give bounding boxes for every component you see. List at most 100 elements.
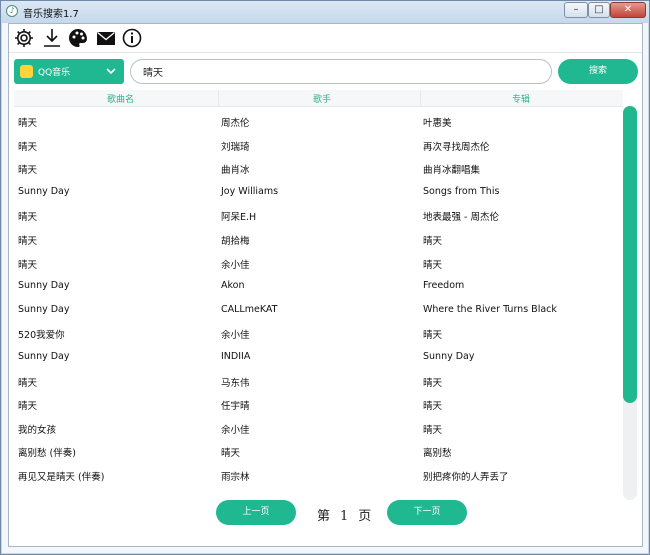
cell-song: Sunny Day xyxy=(18,280,70,292)
cell-song: 晴天 xyxy=(18,141,38,153)
table-row[interactable]: 离别愁 (伴奏) 晴天 离别愁 xyxy=(14,440,623,463)
cell-artist: 余小佳 xyxy=(221,330,250,342)
cell-album: 再次寻找周杰伦 xyxy=(423,141,490,153)
column-header-artist[interactable]: 歌手 xyxy=(313,92,331,105)
cell-song: 再见又是晴天 (伴奏) xyxy=(18,472,105,483)
column-header-song[interactable]: 歌曲名 xyxy=(107,92,134,105)
cell-artist: 胡拾梅 xyxy=(221,236,250,247)
chevron-down-icon xyxy=(106,68,116,75)
results-table: 歌曲名 歌手 专辑 晴天 周杰伦 叶惠美 晴天 刘瑞琦 再次寻找周杰伦 晴天 曲肖冰 曲肖冰翻唱… xyxy=(14,90,623,500)
table-row[interactable]: 晴天 曲肖冰 曲肖冰翻唱集 xyxy=(14,157,623,180)
prev-page-button[interactable]: 上一页 xyxy=(216,500,296,525)
table-row[interactable]: 晴天 余小佳 晴天 xyxy=(14,252,623,275)
app-logo-icon: ♪ xyxy=(6,5,18,17)
cell-artist: 刘瑞琦 xyxy=(221,141,250,153)
table-row[interactable]: 晴天 马东伟 晴天 xyxy=(14,370,623,393)
title-bar[interactable]: ♪ 音乐搜索1.7 – □ ✕ xyxy=(1,1,649,23)
mail-icon[interactable] xyxy=(95,27,117,49)
column-divider[interactable] xyxy=(218,90,219,106)
cell-song: 晴天 xyxy=(18,401,38,413)
cell-album: 晴天 xyxy=(423,401,443,413)
cell-song: 晴天 xyxy=(18,212,38,224)
cell-album: Songs from This xyxy=(423,185,500,197)
cell-song: 晴天 xyxy=(18,377,38,389)
table-row[interactable]: 晴天 刘瑞琦 再次寻找周杰伦 xyxy=(14,134,623,157)
column-header-album[interactable]: 专辑 xyxy=(512,92,530,105)
cell-album: 别把疼你的人弄丢了 xyxy=(423,472,509,483)
table-row[interactable]: Sunny Day Joy Williams Songs from This xyxy=(14,181,623,204)
cell-artist: CALLmeKAT xyxy=(221,303,278,315)
cell-song: 晴天 xyxy=(18,165,38,177)
client-area: QQ音乐 搜索 歌曲名 歌手 专辑 晴天周杰伦叶惠美晴天刘瑞琦再次寻找周杰伦晴天… xyxy=(8,23,643,547)
page-number: 1 xyxy=(340,509,349,524)
cell-song: 离别愁 (伴奏) xyxy=(18,448,76,460)
table-row[interactable]: 晴天 阿呆E.H 地表最强 - 周杰伦 xyxy=(14,204,623,227)
download-icon[interactable] xyxy=(41,27,63,49)
close-button[interactable]: ✕ xyxy=(610,2,646,18)
cell-song: Sunny Day xyxy=(18,303,70,315)
cell-song: 晴天 xyxy=(18,118,38,129)
table-row[interactable]: 再见又是晴天 (伴奏) 雨宗林 别把疼你的人弄丢了 xyxy=(14,464,623,487)
cell-album: 曲肖冰翻唱集 xyxy=(423,165,481,177)
page-prefix: 第 xyxy=(317,509,331,524)
app-window: ♪ 音乐搜索1.7 – □ ✕ QQ音乐 晴天 搜索 歌曲名 歌手 专辑 晴天 … xyxy=(0,0,650,555)
cell-song: Sunny Day xyxy=(18,351,70,362)
cell-song: 晴天 xyxy=(18,236,38,247)
table-row[interactable]: Sunny Day Akon Freedom xyxy=(14,275,623,298)
source-dropdown[interactable]: QQ音乐 xyxy=(14,59,124,84)
cell-album: 晴天 xyxy=(423,377,443,389)
cell-artist: Akon xyxy=(221,280,245,292)
cell-artist: 余小佳 xyxy=(221,424,250,436)
cell-artist: 雨宗林 xyxy=(221,472,250,483)
source-label: QQ音乐 xyxy=(38,68,71,78)
maximize-button[interactable]: □ xyxy=(588,2,610,18)
search-box[interactable] xyxy=(130,59,552,84)
cell-song: 我的女孩 xyxy=(18,424,57,436)
cell-album: 地表最强 - 周杰伦 xyxy=(423,212,499,224)
minimize-button[interactable]: – xyxy=(564,2,588,18)
cell-artist: Joy Williams xyxy=(221,185,279,197)
table-header: 歌曲名 歌手 专辑 xyxy=(14,90,623,107)
cell-song: Sunny Day xyxy=(18,185,70,197)
search-button[interactable]: 搜索 xyxy=(558,59,638,84)
info-icon[interactable] xyxy=(121,27,143,49)
cell-song: 晴天 xyxy=(18,259,38,271)
table-row[interactable]: Sunny Day CALLmeKAT Where the River Turns … xyxy=(14,299,623,322)
scrollbar-thumb[interactable] xyxy=(623,106,637,403)
next-page-button[interactable]: 下一页 xyxy=(387,500,467,525)
cell-artist: 阿呆E.H xyxy=(221,212,257,224)
cell-song: 520我爱你 xyxy=(18,330,65,342)
cell-artist: 马东伟 xyxy=(221,377,250,389)
cell-album: 晴天 xyxy=(423,259,443,271)
table-row[interactable]: 晴天 任宇晴 晴天 xyxy=(14,393,623,416)
cell-album: Sunny Day xyxy=(423,351,475,362)
page-suffix: 页 xyxy=(358,509,372,524)
table-row[interactable]: Sunny Day INDIIA Sunny Day xyxy=(14,346,623,369)
qq-music-icon xyxy=(20,65,33,78)
table-row[interactable]: 晴天 周杰伦 叶惠美 xyxy=(14,110,623,133)
cell-artist: 曲肖冰 xyxy=(221,165,250,177)
search-input[interactable] xyxy=(143,64,533,79)
cell-album: 晴天 xyxy=(423,330,443,342)
cell-artist: 周杰伦 xyxy=(221,118,250,129)
cell-album: 晴天 xyxy=(423,424,443,436)
palette-icon[interactable] xyxy=(67,27,89,49)
cell-album: 晴天 xyxy=(423,236,443,247)
toolbar-divider xyxy=(9,52,642,53)
page-indicator: 第1页 xyxy=(317,505,381,524)
cell-artist: 余小佳 xyxy=(221,259,250,271)
cell-album: 离别愁 xyxy=(423,448,452,460)
table-row[interactable]: 我的女孩 余小佳 晴天 xyxy=(14,417,623,440)
cell-album: Where the River Turns Black xyxy=(423,303,557,315)
cell-album: 叶惠美 xyxy=(423,118,452,129)
cell-artist: 任宇晴 xyxy=(221,401,250,413)
cell-artist: INDIIA xyxy=(221,351,251,362)
cell-artist: 晴天 xyxy=(221,448,241,460)
vertical-scrollbar[interactable] xyxy=(623,106,637,500)
window-title: 音乐搜索1.7 xyxy=(23,9,79,20)
cell-album: Freedom xyxy=(423,280,465,292)
table-row[interactable]: 520我爱你 余小佳 晴天 xyxy=(14,322,623,345)
gear-icon[interactable] xyxy=(13,27,35,49)
table-row[interactable]: 晴天 胡拾梅 晴天 xyxy=(14,228,623,251)
column-divider[interactable] xyxy=(420,90,421,106)
